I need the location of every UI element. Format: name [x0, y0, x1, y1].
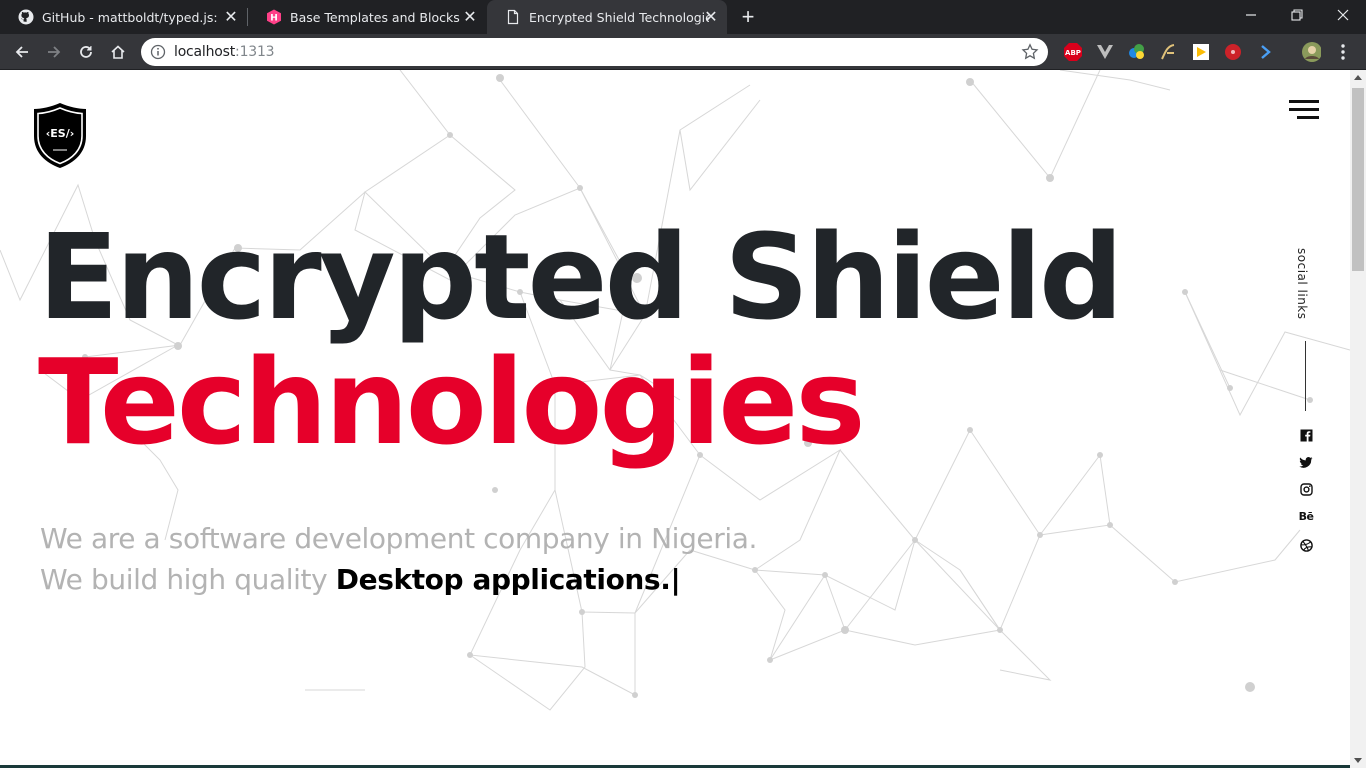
profile-avatar-icon[interactable]: [1301, 42, 1321, 62]
abp-label: ABP: [1065, 49, 1081, 57]
hero-headline: Encrypted Shield Technologies: [38, 208, 1124, 471]
lastpass-icon[interactable]: [1223, 42, 1243, 62]
browser-toolbar: localhost:1313 ABP: [0, 34, 1366, 70]
hero-tagline: We are a software development company in…: [40, 518, 757, 600]
behance-glyph: Bē: [1298, 509, 1314, 523]
google-keep-icon[interactable]: [1191, 42, 1211, 62]
url-port: :1313: [235, 44, 275, 60]
arrow-extension-icon[interactable]: [1255, 42, 1275, 62]
close-window-button[interactable]: [1320, 0, 1366, 30]
tab-title: Encrypted Shield Technologies: [529, 9, 709, 25]
tagline-line-1: We are a software development company in…: [40, 522, 758, 555]
twitter-icon[interactable]: [1299, 455, 1313, 469]
minimize-icon: [1246, 14, 1256, 16]
close-tab-icon[interactable]: ✕: [703, 9, 719, 25]
restore-icon: [1291, 9, 1303, 21]
dribbble-icon[interactable]: [1299, 538, 1313, 552]
home-button[interactable]: [104, 38, 132, 66]
color-picker-icon[interactable]: [1127, 42, 1147, 62]
reload-icon: [80, 46, 92, 58]
logo-text: ‹ES/›: [46, 127, 75, 140]
close-tab-icon[interactable]: ✕: [223, 9, 239, 25]
close-tab-icon[interactable]: ✕: [462, 9, 478, 25]
social-links-label: social links: [1295, 248, 1309, 320]
facebook-icon[interactable]: [1299, 428, 1313, 442]
scroll-down-arrow-icon[interactable]: [1354, 758, 1362, 763]
back-arrow-icon: [15, 46, 28, 58]
tagline-prefix: We build high quality: [40, 563, 328, 596]
tab-title: GitHub - mattboldt/typed.js: A Ja: [42, 9, 218, 25]
tab-encrypted-shield[interactable]: Encrypted Shield Technologies ✕: [487, 0, 727, 34]
reload-button[interactable]: [72, 38, 100, 66]
home-icon: [111, 45, 125, 59]
restore-button[interactable]: [1274, 0, 1320, 30]
minimize-button[interactable]: [1228, 0, 1274, 30]
tab-hugo[interactable]: H Base Templates and Blocks | Hug ✕: [248, 0, 486, 34]
scrollbar-thumb[interactable]: [1352, 88, 1364, 271]
headline-line-2: Technologies: [38, 333, 866, 471]
url-text: localhost:1313: [174, 44, 275, 60]
close-icon: [1337, 9, 1349, 21]
tab-title: Base Templates and Blocks | Hug: [290, 9, 464, 25]
document-icon: [507, 9, 519, 25]
page-viewport: ‹ES/› social links Bē Encrypted Shield T…: [0, 70, 1350, 768]
font-icon[interactable]: [1159, 42, 1179, 62]
site-logo[interactable]: ‹ES/›: [33, 102, 87, 169]
tab-strip: GitHub - mattboldt/typed.js: A Ja ✕ H Ba…: [0, 0, 1366, 34]
back-button[interactable]: [8, 38, 36, 66]
svg-text:H: H: [270, 14, 278, 24]
forward-arrow-icon: [48, 46, 61, 58]
social-divider-line: [1305, 341, 1306, 411]
hugo-icon: H: [267, 9, 281, 25]
url-host: localhost: [174, 44, 236, 60]
tagline-line-2: We build high quality Desktop applicatio…: [40, 559, 757, 600]
hamburger-bar: [1297, 116, 1319, 119]
info-icon[interactable]: [150, 44, 166, 60]
typed-text: Desktop applications.: [335, 563, 671, 596]
headline-line-1: Encrypted Shield: [38, 208, 1124, 346]
page-scrollbar[interactable]: [1350, 70, 1366, 768]
instagram-icon[interactable]: [1299, 482, 1313, 496]
scroll-up-arrow-icon[interactable]: [1354, 75, 1362, 80]
typed-cursor: |: [670, 563, 681, 596]
vue-devtools-icon[interactable]: [1095, 42, 1115, 62]
adblock-plus-icon[interactable]: ABP: [1063, 42, 1083, 62]
menu-kebab-icon[interactable]: [1333, 42, 1353, 62]
address-bar[interactable]: localhost:1313: [141, 38, 1048, 66]
behance-icon[interactable]: Bē: [1298, 509, 1314, 523]
github-icon: [18, 9, 34, 25]
hamburger-bar: [1289, 108, 1319, 111]
new-tab-button[interactable]: +: [737, 6, 759, 28]
forward-button[interactable]: [40, 38, 68, 66]
bookmark-star-icon[interactable]: [1021, 43, 1039, 61]
menu-hamburger-button[interactable]: [1289, 100, 1319, 120]
hamburger-bar: [1289, 100, 1319, 103]
tab-github[interactable]: GitHub - mattboldt/typed.js: A Ja ✕: [0, 0, 247, 34]
